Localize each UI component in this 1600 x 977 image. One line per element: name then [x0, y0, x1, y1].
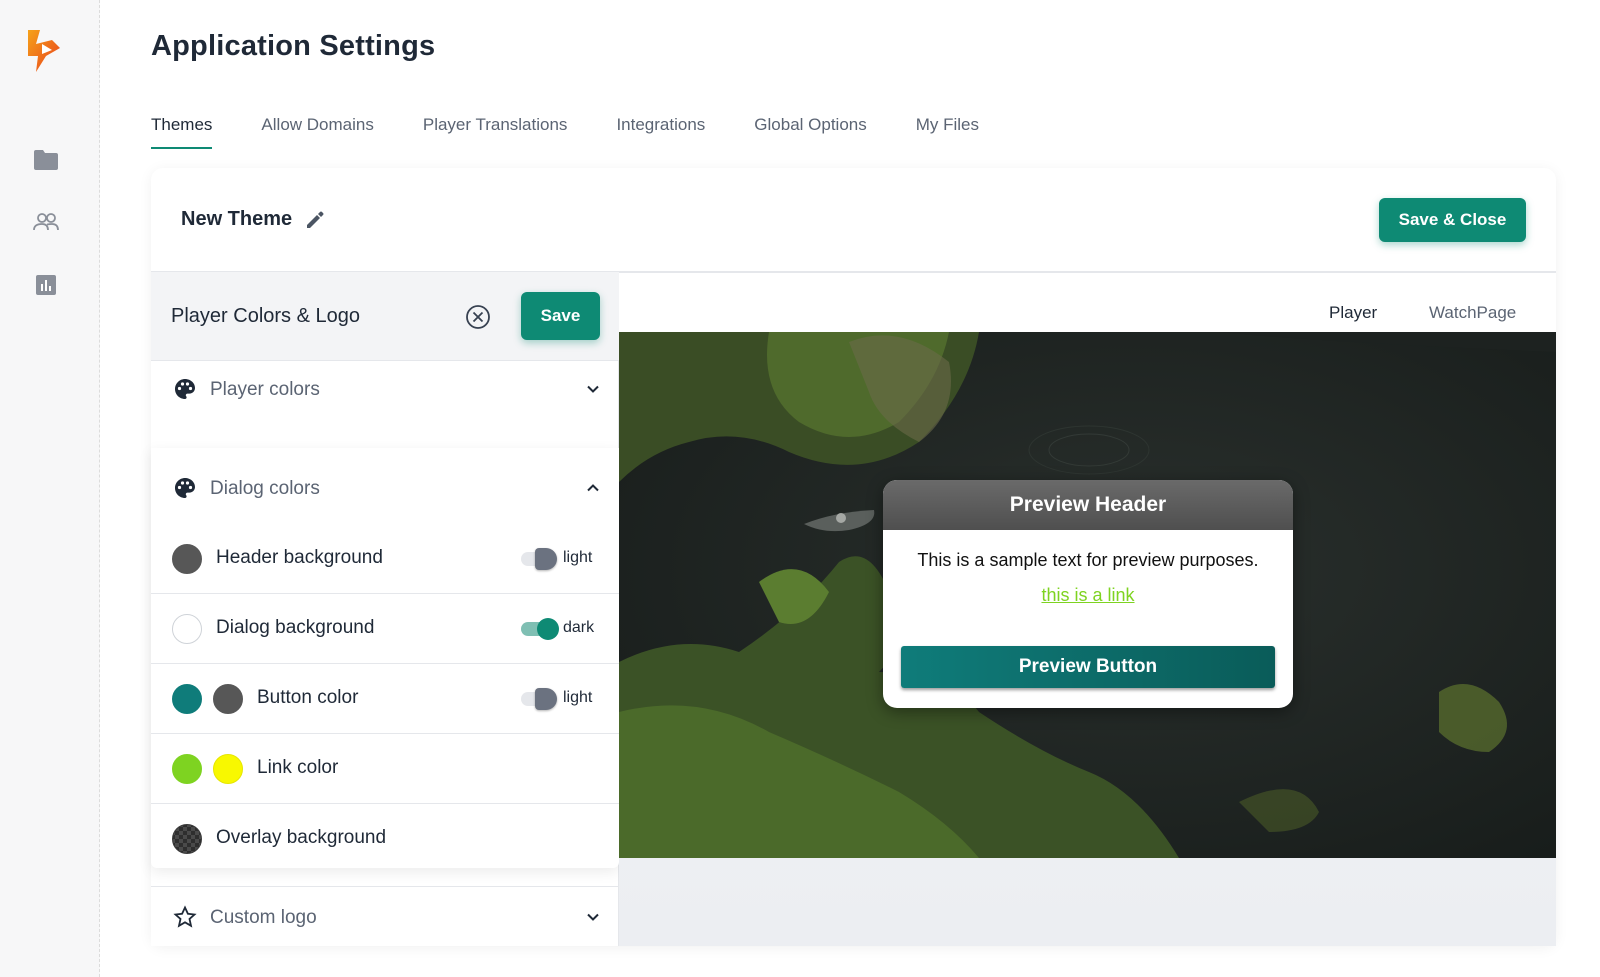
app-logo[interactable]: [22, 26, 66, 74]
preview-dialog-header: Preview Header: [883, 480, 1293, 530]
color-row-overlay-background: Overlay background: [151, 804, 619, 874]
section-label: Dialog colors: [210, 478, 320, 499]
preview-dialog: Preview Header This is a sample text for…: [883, 480, 1293, 708]
toggle-label: dark: [563, 619, 595, 636]
left-sidebar: [0, 0, 100, 977]
color-swatch[interactable]: [172, 754, 202, 784]
color-row-header-background: Header background light: [151, 524, 619, 594]
chart-icon[interactable]: [32, 271, 60, 299]
star-icon: [173, 905, 197, 929]
panel-save-button[interactable]: Save: [521, 292, 600, 340]
section-dialog-colors[interactable]: Dialog colors: [151, 448, 619, 536]
preview-dialog-link[interactable]: this is a link: [883, 585, 1293, 606]
settings-tabs: Themes Allow Domains Player Translations…: [151, 115, 1028, 149]
close-circle-icon[interactable]: [465, 304, 491, 330]
section-label: Player colors: [210, 379, 320, 400]
settings-panel: Player Colors & Logo Save Player colors …: [151, 272, 619, 946]
color-swatch[interactable]: [213, 684, 243, 714]
tab-allow-domains[interactable]: Allow Domains: [261, 115, 373, 149]
preview-tabs: Player WatchPage: [619, 272, 1556, 335]
theme-toggle[interactable]: [515, 688, 559, 710]
color-row-button-color: Button color light: [151, 664, 619, 734]
dialog-colors-panel: Dialog colors Header background light Di…: [151, 448, 619, 868]
chevron-down-icon: [585, 909, 601, 925]
users-icon[interactable]: [32, 208, 60, 236]
tab-integrations[interactable]: Integrations: [616, 115, 705, 149]
section-label: Custom logo: [210, 907, 317, 928]
preview-panel: Player WatchPage Preview Header This is …: [619, 272, 1556, 946]
panel-header: Player Colors & Logo Save: [151, 272, 619, 361]
color-swatch[interactable]: [172, 684, 202, 714]
preview-dialog-text: This is a sample text for preview purpos…: [917, 550, 1259, 570]
row-label: Overlay background: [216, 827, 387, 848]
theme-toggle[interactable]: [515, 618, 559, 640]
color-swatch[interactable]: [172, 824, 202, 854]
tab-player-translations[interactable]: Player Translations: [423, 115, 568, 149]
color-swatch[interactable]: [172, 614, 202, 644]
edit-pencil-icon[interactable]: [304, 209, 326, 231]
color-swatch[interactable]: [172, 544, 202, 574]
logo-mark: [28, 30, 60, 72]
theme-name-label: New Theme: [181, 208, 293, 230]
row-label: Dialog background: [216, 617, 375, 638]
color-row-dialog-background: Dialog background dark: [151, 594, 619, 664]
chevron-down-icon: [585, 381, 601, 397]
tab-watchpage[interactable]: WatchPage: [1429, 303, 1516, 335]
theme-editor-card: New Theme Save & Close Player Colors & L…: [151, 168, 1556, 946]
panel-title: Player Colors & Logo: [171, 305, 360, 327]
toggle-label: light: [563, 689, 593, 706]
tab-my-files[interactable]: My Files: [916, 115, 979, 149]
palette-icon: [173, 377, 197, 401]
color-swatch[interactable]: [213, 754, 243, 784]
tab-themes[interactable]: Themes: [151, 115, 213, 149]
theme-name: New Theme: [181, 208, 326, 231]
row-label: Header background: [216, 547, 383, 568]
folder-icon[interactable]: [32, 146, 60, 174]
tab-global-options[interactable]: Global Options: [754, 115, 866, 149]
color-row-link-color: Link color: [151, 734, 619, 804]
row-label: Button color: [257, 687, 359, 708]
section-player-colors[interactable]: Player colors: [151, 361, 619, 449]
toggle-label: light: [563, 549, 593, 566]
preview-button[interactable]: Preview Button: [901, 646, 1275, 688]
chevron-up-icon: [585, 480, 601, 496]
page-title: Application Settings: [151, 30, 436, 62]
card-header: New Theme Save & Close: [151, 168, 1556, 272]
palette-icon: [173, 476, 197, 500]
theme-toggle[interactable]: [515, 548, 559, 570]
tab-player[interactable]: Player: [1318, 303, 1388, 335]
section-custom-logo[interactable]: Custom logo: [151, 886, 619, 946]
video-preview[interactable]: Preview Header This is a sample text for…: [619, 332, 1556, 858]
row-label: Link color: [257, 757, 339, 778]
save-close-button[interactable]: Save & Close: [1379, 198, 1526, 242]
